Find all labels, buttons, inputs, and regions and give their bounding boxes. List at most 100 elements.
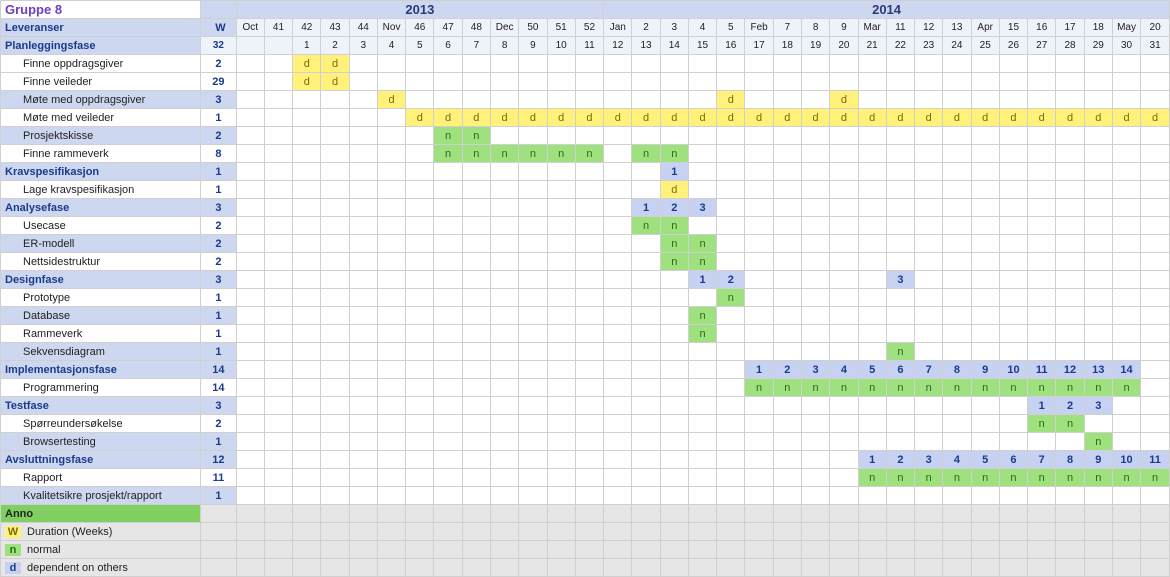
gantt-cell xyxy=(519,307,547,325)
gantt-cell xyxy=(915,289,943,307)
phase-name: Designfase xyxy=(1,271,201,289)
legend-spacer xyxy=(717,505,745,523)
gantt-cell xyxy=(293,271,321,289)
gantt-cell: n xyxy=(999,379,1027,397)
gantt-cell xyxy=(830,487,858,505)
legend-spacer xyxy=(773,505,801,523)
gantt-cell xyxy=(886,145,914,163)
gantt-cell xyxy=(462,235,490,253)
gantt-cell xyxy=(377,199,405,217)
gantt-cell xyxy=(801,55,829,73)
month-week-label: 51 xyxy=(547,19,575,37)
legend-spacer xyxy=(1028,505,1056,523)
month-week-label: 5 xyxy=(717,19,745,37)
gantt-cell xyxy=(349,127,377,145)
gantt-cell xyxy=(999,253,1027,271)
legend-spacer xyxy=(886,505,914,523)
gantt-cell xyxy=(1028,325,1056,343)
gantt-cell xyxy=(632,487,660,505)
gantt-cell xyxy=(604,127,632,145)
gantt-cell xyxy=(632,343,660,361)
gantt-cell: n xyxy=(688,325,716,343)
gantt-cell xyxy=(434,289,462,307)
gantt-cell xyxy=(1112,235,1140,253)
gantt-cell xyxy=(519,379,547,397)
gantt-cell xyxy=(490,199,518,217)
gantt-cell xyxy=(830,55,858,73)
gantt-cell xyxy=(660,289,688,307)
gantt-cell xyxy=(717,397,745,415)
gantt-cell xyxy=(264,181,292,199)
gantt-cell xyxy=(688,217,716,235)
gantt-cell: n xyxy=(1112,379,1140,397)
gantt-cell xyxy=(915,217,943,235)
gantt-cell xyxy=(1056,325,1084,343)
gantt-cell xyxy=(490,397,518,415)
gantt-cell xyxy=(688,127,716,145)
month-week-label: Nov xyxy=(377,19,405,37)
gantt-cell xyxy=(293,361,321,379)
legend-spacer xyxy=(264,505,292,523)
gantt-cell xyxy=(377,343,405,361)
gantt-cell xyxy=(943,253,971,271)
gantt-cell xyxy=(1056,307,1084,325)
month-week-label: 13 xyxy=(943,19,971,37)
gantt-cell xyxy=(490,73,518,91)
gantt-cell xyxy=(547,397,575,415)
gantt-cell xyxy=(1084,271,1112,289)
gantt-cell xyxy=(773,127,801,145)
gantt-cell xyxy=(519,433,547,451)
gantt-cell xyxy=(547,217,575,235)
gantt-cell: n xyxy=(717,289,745,307)
gantt-cell xyxy=(264,289,292,307)
gantt-cell xyxy=(321,343,349,361)
gantt-cell xyxy=(830,217,858,235)
gantt-cell xyxy=(264,415,292,433)
gantt-cell xyxy=(688,451,716,469)
gantt-cell xyxy=(434,469,462,487)
gantt-cell: d xyxy=(801,109,829,127)
gantt-cell: 5 xyxy=(971,451,999,469)
legend-spacer xyxy=(490,505,518,523)
gantt-cell xyxy=(773,469,801,487)
gantt-cell xyxy=(688,415,716,433)
gantt-cell xyxy=(858,289,886,307)
gantt-cell xyxy=(886,217,914,235)
legend-spacer xyxy=(547,505,575,523)
gantt-cell: n xyxy=(971,379,999,397)
gantt-cell xyxy=(1141,127,1170,145)
year-header: 2014 xyxy=(604,1,1170,19)
gantt-cell xyxy=(264,433,292,451)
task-name: Usecase xyxy=(1,217,201,235)
gantt-cell xyxy=(886,235,914,253)
task-name: Møte med oppdragsgiver xyxy=(1,91,201,109)
page-title: Gruppe 8 xyxy=(1,1,201,19)
gantt-cell xyxy=(293,325,321,343)
gantt-cell xyxy=(293,199,321,217)
gantt-cell xyxy=(971,271,999,289)
gantt-cell xyxy=(999,397,1027,415)
gantt-cell xyxy=(971,163,999,181)
gantt-cell xyxy=(1141,91,1170,109)
task-name: Database xyxy=(1,307,201,325)
gantt-cell xyxy=(490,379,518,397)
gantt-cell xyxy=(915,199,943,217)
gantt-cell xyxy=(575,361,603,379)
gantt-cell: 4 xyxy=(830,361,858,379)
gantt-cell xyxy=(745,91,773,109)
gantt-cell xyxy=(236,361,264,379)
gantt-cell xyxy=(604,451,632,469)
gantt-cell xyxy=(293,289,321,307)
gantt-cell xyxy=(547,73,575,91)
month-week-label: Apr xyxy=(971,19,999,37)
gantt-cell xyxy=(406,415,434,433)
legend-spacer xyxy=(377,505,405,523)
gantt-cell xyxy=(264,361,292,379)
task-name: Finne veileder xyxy=(1,73,201,91)
duration-weeks: 1 xyxy=(201,487,236,505)
gantt-cell xyxy=(519,415,547,433)
gantt-cell xyxy=(321,451,349,469)
gantt-cell: 1 xyxy=(660,163,688,181)
gantt-cell: 12 xyxy=(1056,361,1084,379)
gantt-cell xyxy=(915,235,943,253)
